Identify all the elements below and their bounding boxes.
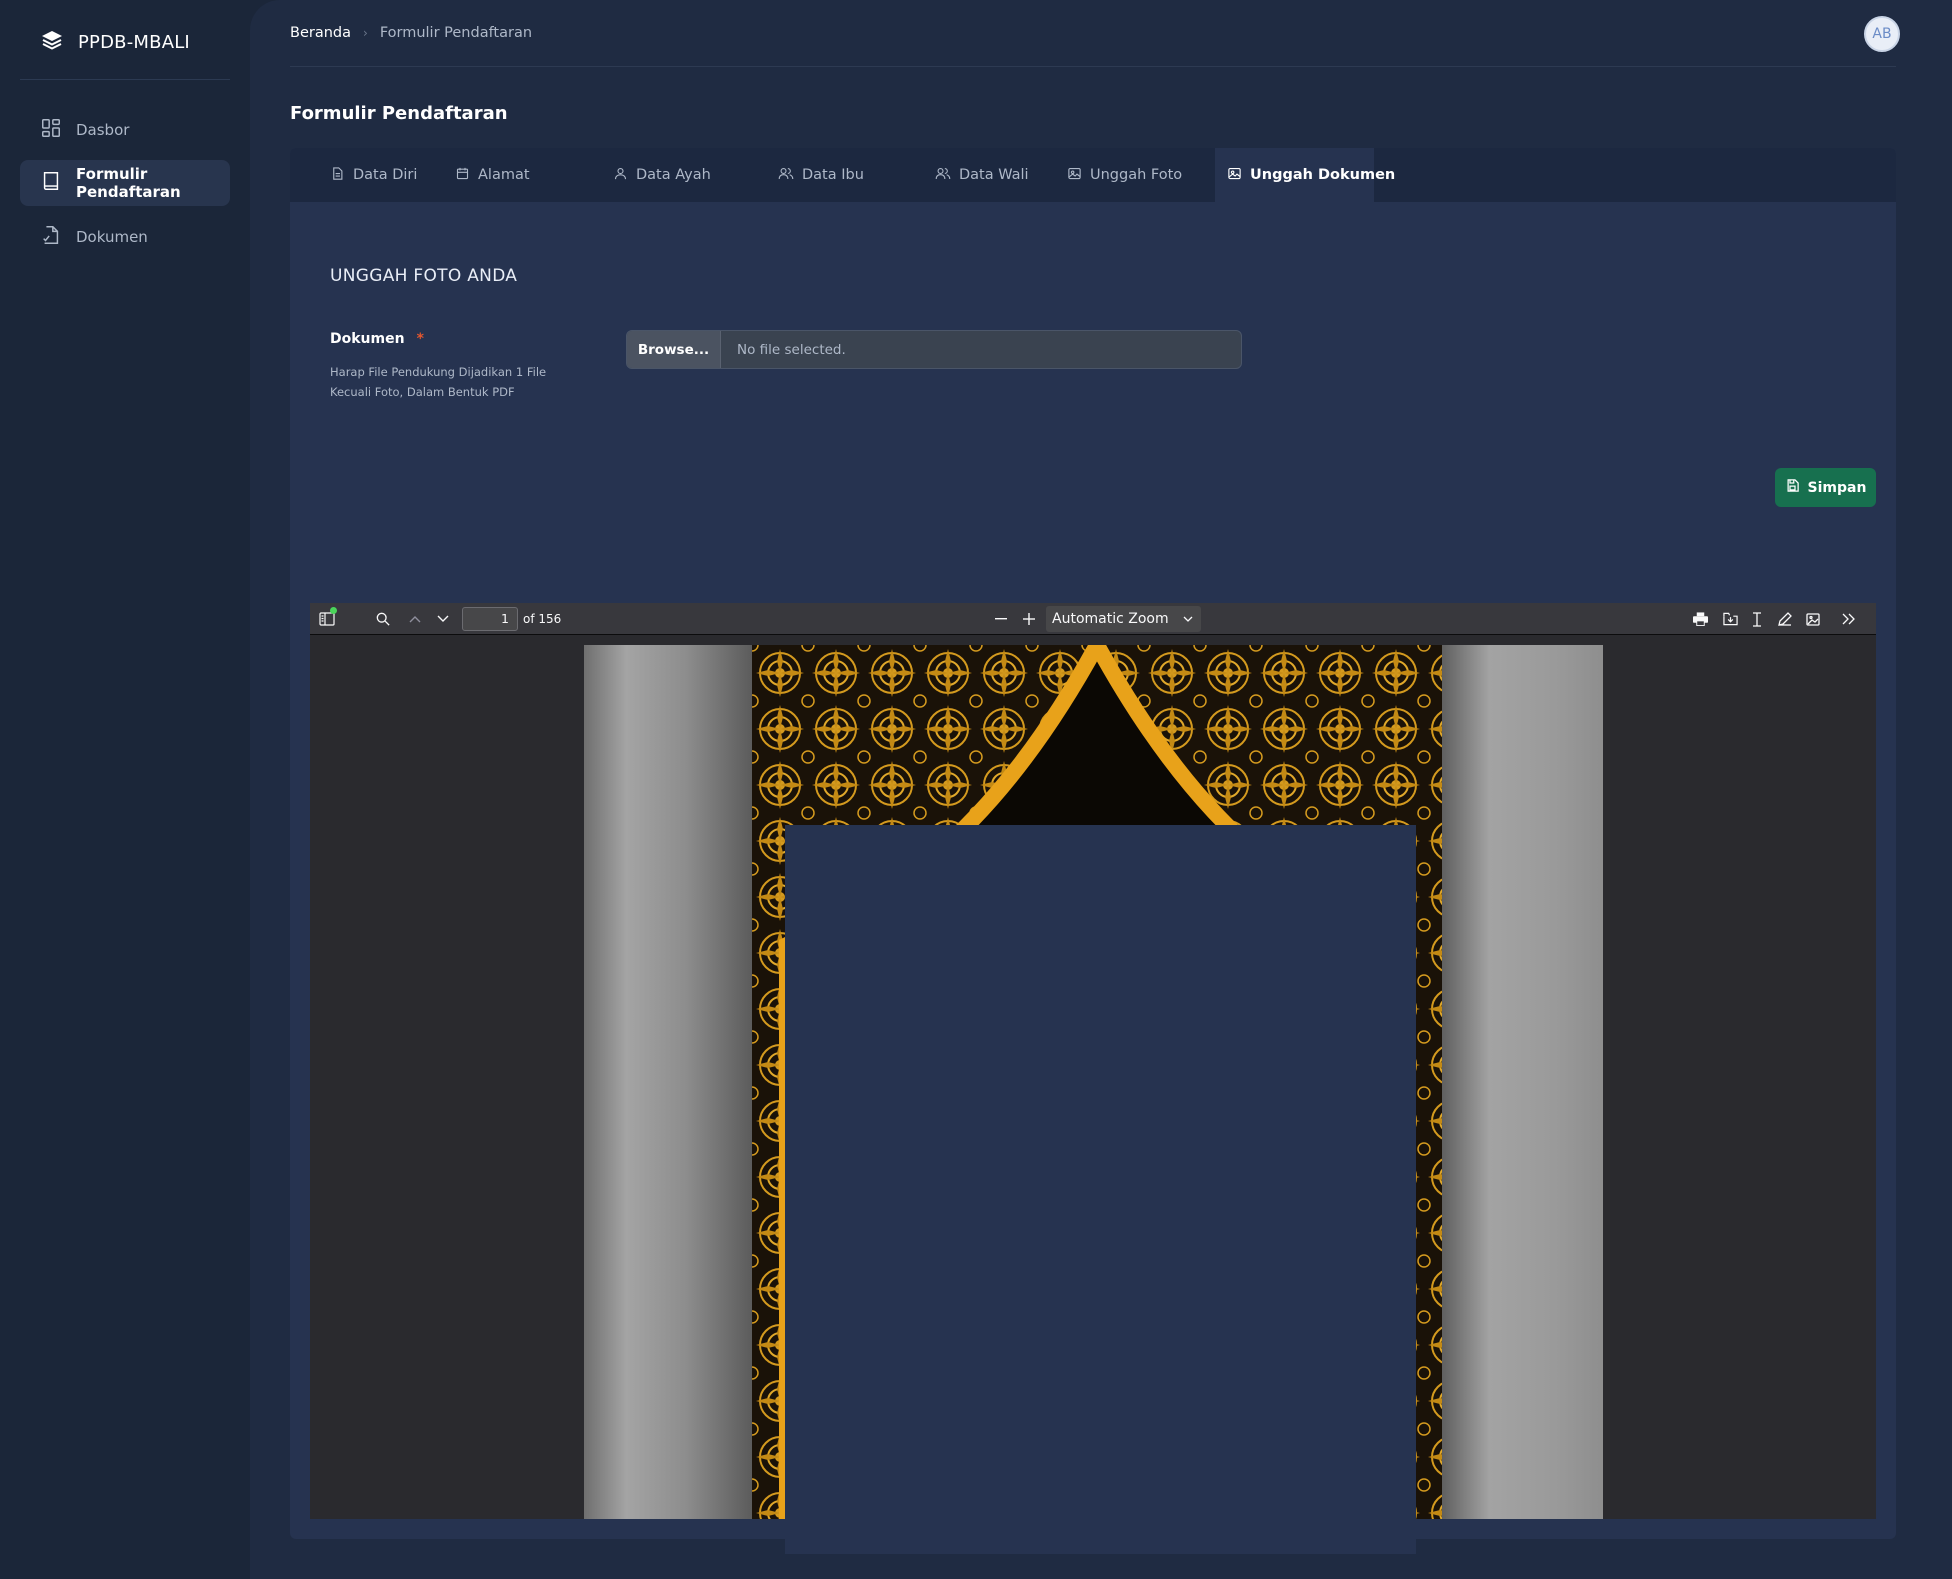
tab-unggah-foto[interactable]: Unggah Foto xyxy=(1067,148,1215,202)
page-edge-right xyxy=(1441,645,1603,1519)
print-icon[interactable] xyxy=(1689,609,1711,629)
users-icon xyxy=(778,166,794,185)
tab-label: Data Diri xyxy=(353,167,418,183)
chevron-right-icon: › xyxy=(363,26,368,40)
pencil-icon[interactable] xyxy=(1774,609,1796,629)
chevron-up-icon[interactable] xyxy=(404,609,426,629)
tab-data-ayah[interactable]: Data Ayah xyxy=(595,148,760,202)
calendar-icon xyxy=(455,166,470,185)
document-check-icon xyxy=(40,224,62,250)
tab-unggah-dokumen[interactable]: Unggah Dokumen xyxy=(1215,148,1395,202)
layers-icon xyxy=(40,28,64,56)
file-status: No file selected. xyxy=(737,341,846,358)
sidebar: PPDB-MBALI Dasbor Formulir Pendaftaran D… xyxy=(0,0,250,1579)
sidebar-item-formulir-pendaftaran[interactable]: Formulir Pendaftaran xyxy=(20,160,230,206)
breadcrumb-current: Formulir Pendaftaran xyxy=(379,25,533,41)
breadcrumb-home[interactable]: Beranda xyxy=(290,25,351,41)
required-marker: * xyxy=(416,331,424,347)
zoom-label: Automatic Zoom xyxy=(1052,611,1169,627)
chevron-down-icon[interactable] xyxy=(432,609,454,629)
tab-data-diri[interactable]: Data Diri xyxy=(290,148,445,202)
tab-label: Data Wali xyxy=(959,167,1029,183)
search-icon[interactable] xyxy=(372,609,394,629)
sidebar-divider xyxy=(20,79,230,80)
zoom-out-icon[interactable] xyxy=(990,609,1012,629)
image-stamp-icon[interactable] xyxy=(1802,609,1824,629)
tab-data-ibu[interactable]: Data Ibu xyxy=(760,148,917,202)
dashboard-icon xyxy=(40,117,62,143)
chevron-down-icon xyxy=(1183,611,1193,627)
tab-bar: Data Diri Alamat Data Ayah Data Ibu Data… xyxy=(290,148,1896,202)
page-edge-left xyxy=(584,645,754,1519)
save-label: Simpan xyxy=(1807,479,1867,496)
dokumen-label: Dokumen * xyxy=(330,331,424,347)
page-title: Formulir Pendaftaran xyxy=(290,103,508,124)
users-icon xyxy=(935,166,951,185)
field-label-text: Dokumen xyxy=(330,331,405,347)
image-icon xyxy=(1227,166,1242,185)
browse-button[interactable]: Browse... xyxy=(627,331,721,368)
page-number-input[interactable]: 1 xyxy=(462,607,518,631)
save-icon xyxy=(1785,478,1800,497)
avatar[interactable]: AB xyxy=(1864,16,1900,52)
tab-label: Unggah Foto xyxy=(1090,167,1183,183)
field-hint: Harap File Pendukung Dijadikan 1 File Ke… xyxy=(330,365,547,399)
zoom-select[interactable]: Automatic Zoom xyxy=(1046,606,1201,632)
sidebar-item-dokumen[interactable]: Dokumen xyxy=(20,214,230,260)
brand[interactable]: PPDB-MBALI xyxy=(40,28,190,56)
save-button[interactable]: Simpan xyxy=(1775,468,1876,507)
notification-dot xyxy=(330,607,337,614)
tab-label: Alamat xyxy=(478,167,530,183)
sidebar-item-dasbor[interactable]: Dasbor xyxy=(20,107,230,153)
file-upload-input[interactable]: Browse... No file selected. xyxy=(626,330,1242,369)
document-text-icon xyxy=(330,166,345,185)
download-icon[interactable] xyxy=(1719,609,1741,629)
sidebar-item-label: Dokumen xyxy=(76,228,148,246)
brand-name: PPDB-MBALI xyxy=(78,31,190,53)
tab-label: Data Ibu xyxy=(802,167,864,183)
breadcrumb: Beranda › Formulir Pendaftaran xyxy=(290,25,532,41)
page-count: of 156 xyxy=(523,612,562,626)
tab-data-wali[interactable]: Data Wali xyxy=(917,148,1067,202)
double-chevron-right-icon[interactable] xyxy=(1838,609,1860,629)
tab-alamat[interactable]: Alamat xyxy=(445,148,595,202)
zoom-in-icon[interactable] xyxy=(1018,609,1040,629)
user-icon xyxy=(613,166,628,185)
sidebar-item-label: Formulir Pendaftaran xyxy=(76,165,181,201)
tab-label: Unggah Dokumen xyxy=(1250,167,1396,183)
tab-label: Data Ayah xyxy=(636,167,711,183)
blank-overlay-panel xyxy=(785,825,1416,1554)
topbar: Beranda › Formulir Pendaftaran AB xyxy=(290,0,1900,67)
section-title: UNGGAH FOTO ANDA xyxy=(330,266,518,286)
book-icon xyxy=(40,170,62,196)
sidebar-item-label: Dasbor xyxy=(76,121,130,139)
image-icon xyxy=(1067,166,1082,185)
pdf-toolbar: 1 of 156 Automatic Zoom xyxy=(310,603,1876,635)
text-cursor-icon[interactable] xyxy=(1746,609,1768,629)
